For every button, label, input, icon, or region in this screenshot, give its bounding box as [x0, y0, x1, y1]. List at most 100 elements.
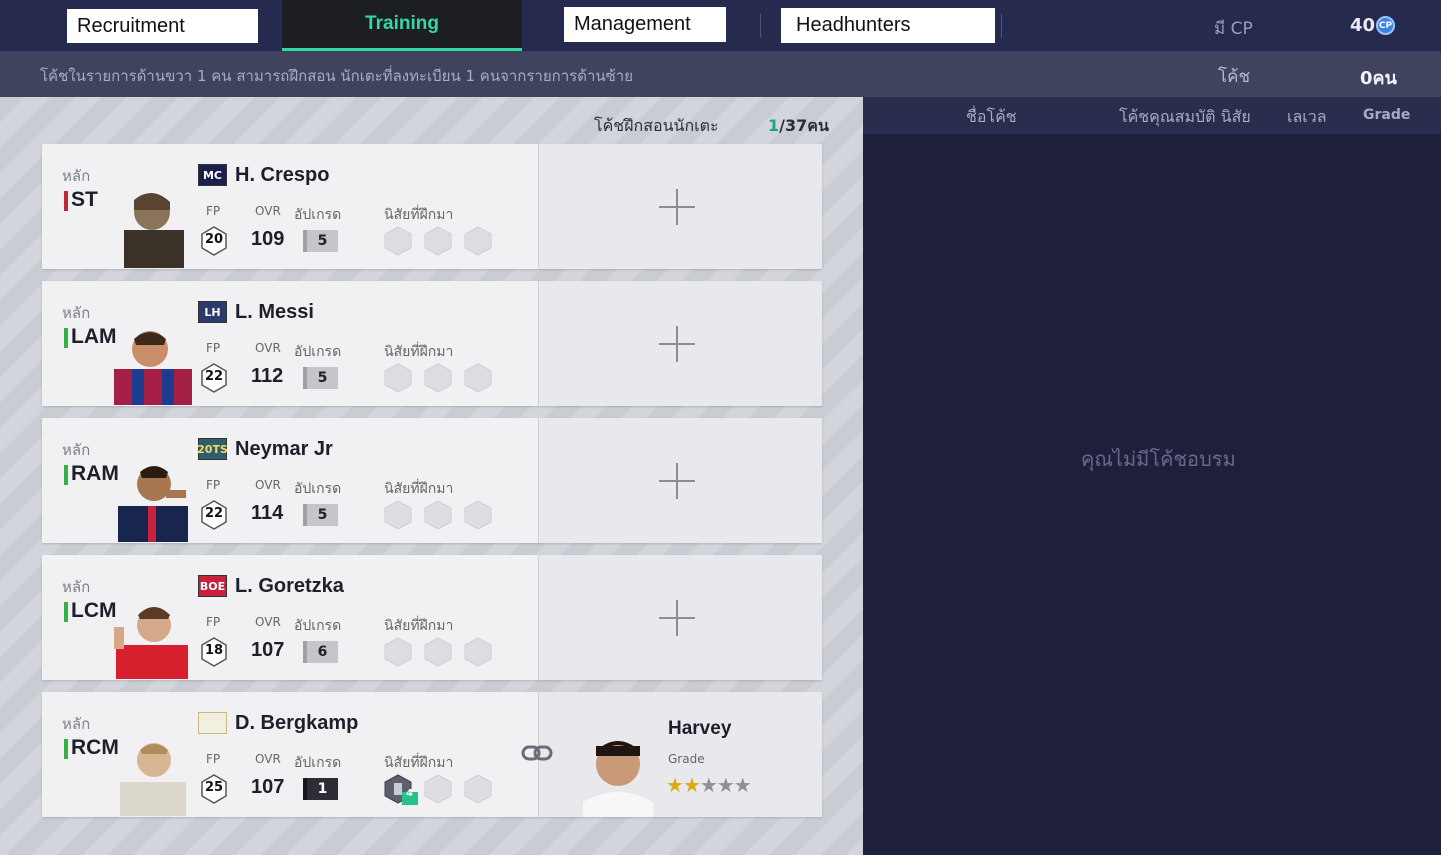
main-position-label: หลัก	[62, 578, 91, 596]
trait-slot-empty[interactable]	[464, 774, 492, 804]
fp-label: FP	[206, 615, 221, 629]
info-bar: โค้ชในรายการด้านขวา 1 คน สามารถฝึกสอน นั…	[0, 51, 1441, 97]
fp-label: FP	[206, 341, 221, 355]
cp-label: มี CP	[1214, 19, 1253, 39]
trait-slot-empty[interactable]	[464, 363, 492, 393]
upgrade-label: อัปเกรด	[294, 755, 342, 771]
coach-photo	[583, 741, 653, 817]
upgrade-label: อัปเกรด	[294, 618, 342, 634]
add-coach-slot[interactable]	[538, 418, 822, 543]
nav-divider	[760, 14, 761, 38]
main-position-label: หลัก	[62, 167, 91, 185]
player-card[interactable]: หลัก RAM 20TS Neymar Jr FP OVR อัปเกรด นิสัยที่…	[42, 418, 822, 543]
cp-coin-icon: CP	[1376, 16, 1395, 35]
fp-value: 22	[204, 369, 224, 384]
star-filled-icon: ★	[666, 773, 684, 797]
panel-header-label: โค้ชฝึกสอนนักเตะ	[594, 116, 719, 135]
fp-label: FP	[206, 752, 221, 766]
player-card[interactable]: หลัก ST MC H. Crespo FP OVR อัปเกรด นิสัยที่ฝึก…	[42, 144, 822, 269]
plus-icon[interactable]	[659, 463, 695, 499]
link-icon	[521, 745, 553, 761]
ovr-label: OVR	[255, 615, 281, 629]
trait-slot-empty[interactable]	[424, 363, 452, 393]
player-card[interactable]: หลัก LCM BOE L. Goretzka FP OVR อัปเกรด นิสัยที…	[42, 555, 822, 680]
coach-name: Harvey	[668, 718, 732, 739]
coach-list-panel: ชื่อโค้ช โค้ชคุณสมบัติ นิสัย เลเวล Grade…	[863, 97, 1441, 855]
player-photo	[114, 331, 192, 405]
cp-value: 40	[1350, 15, 1376, 36]
ovr-label: OVR	[255, 204, 281, 218]
plus-icon[interactable]	[659, 600, 695, 636]
trait-slot-empty[interactable]	[464, 500, 492, 530]
ovr-value: 112	[251, 365, 284, 387]
trait-slot-empty[interactable]	[424, 226, 452, 256]
player-name: L. Goretzka	[235, 575, 344, 597]
fp-label: FP	[206, 204, 221, 218]
panel-header-count: 1/37คน	[768, 116, 829, 135]
ovr-value: 107	[251, 639, 285, 661]
ovr-value: 114	[251, 502, 284, 524]
trait-slot-empty[interactable]	[464, 226, 492, 256]
tab-management[interactable]: Management	[564, 7, 726, 42]
main-position-label: หลัก	[62, 304, 91, 322]
trait-slot-empty[interactable]	[384, 226, 412, 256]
season-badge-icon: 20TS	[197, 438, 228, 460]
column-coach-trait[interactable]: โค้ชคุณสมบัติ นิสัย	[1119, 105, 1251, 130]
top-nav: Recruitment Training Management Headhunt…	[0, 0, 1441, 51]
column-coach-name[interactable]: ชื่อโค้ช	[966, 105, 1017, 130]
assigned-coach-slot[interactable]: Harvey Grade ★★★★★	[538, 692, 822, 817]
player-photo	[114, 607, 188, 679]
position-label: ST	[64, 188, 98, 212]
column-level[interactable]: เลเวล	[1287, 105, 1327, 130]
star-empty-icon: ★	[699, 773, 718, 797]
coach-count-label: โค้ช	[1218, 67, 1251, 87]
ovr-label: OVR	[255, 341, 281, 355]
trait-slot-empty[interactable]	[424, 774, 452, 804]
info-text: โค้ชในรายการด้านขวา 1 คน สามารถฝึกสอน นั…	[40, 67, 634, 85]
upgrade-label: อัปเกรด	[294, 481, 342, 497]
plus-icon[interactable]	[659, 326, 695, 362]
nav-divider	[1001, 14, 1002, 38]
player-name: Neymar Jr	[235, 438, 333, 460]
player-card[interactable]: หลัก LAM LH L. Messi FP OVR อัปเกรด นิสัยที่ฝึก…	[42, 281, 822, 406]
empty-coach-message: คุณไม่มีโค้ชอบรม	[1081, 447, 1236, 471]
star-filled-icon: ★	[682, 773, 701, 797]
trait-slot-empty[interactable]	[424, 637, 452, 667]
ovr-value: 107	[251, 776, 285, 798]
main-position-label: หลัก	[62, 715, 91, 733]
trait-label: นิสัยที่ฝึกมา	[384, 344, 454, 360]
ovr-label: OVR	[255, 752, 281, 766]
upgrade-badge: 1	[303, 778, 338, 800]
trait-label: นิสัยที่ฝึกมา	[384, 481, 454, 497]
player-card[interactable]: หลัก RCM D. Bergkamp FP OVR อัปเกรด นิสัยที่ฝึ…	[42, 692, 822, 817]
trait-slot-empty[interactable]	[384, 500, 412, 530]
upgrade-badge: 5	[303, 367, 338, 389]
player-photo	[124, 192, 184, 268]
tab-training[interactable]: Training	[282, 0, 522, 51]
upgrade-label: อัปเกรด	[294, 207, 342, 223]
upgrade-label: อัปเกรด	[294, 344, 342, 360]
add-coach-slot[interactable]	[538, 555, 822, 680]
tab-recruitment[interactable]: Recruitment	[67, 9, 258, 43]
trait-label: นิสัยที่ฝึกมา	[384, 618, 454, 634]
trait-slot-empty[interactable]	[424, 500, 452, 530]
column-grade[interactable]: Grade	[1363, 107, 1410, 123]
add-coach-slot[interactable]	[538, 144, 822, 269]
main-position-label: หลัก	[62, 441, 91, 459]
coach-list-header: ชื่อโค้ช โค้ชคุณสมบัติ นิสัย เลเวล Grade	[863, 97, 1441, 134]
player-photo	[118, 466, 188, 542]
plus-icon[interactable]	[659, 189, 695, 225]
add-coach-slot[interactable]	[538, 281, 822, 406]
fp-value: 22	[204, 506, 224, 521]
trait-slot-filled[interactable]: 4	[384, 774, 418, 805]
player-name: L. Messi	[235, 301, 314, 323]
season-badge-icon: MC	[198, 164, 227, 186]
trait-slot-empty[interactable]	[384, 363, 412, 393]
coach-grade-stars: ★★★★★	[666, 773, 752, 797]
trait-slot-empty[interactable]	[464, 637, 492, 667]
trait-label: นิสัยที่ฝึกมา	[384, 755, 454, 771]
upgrade-badge: 5	[303, 504, 338, 526]
season-badge-icon: BOE	[198, 575, 227, 597]
trait-slot-empty[interactable]	[384, 637, 412, 667]
tab-headhunters[interactable]: Headhunters	[781, 8, 995, 43]
